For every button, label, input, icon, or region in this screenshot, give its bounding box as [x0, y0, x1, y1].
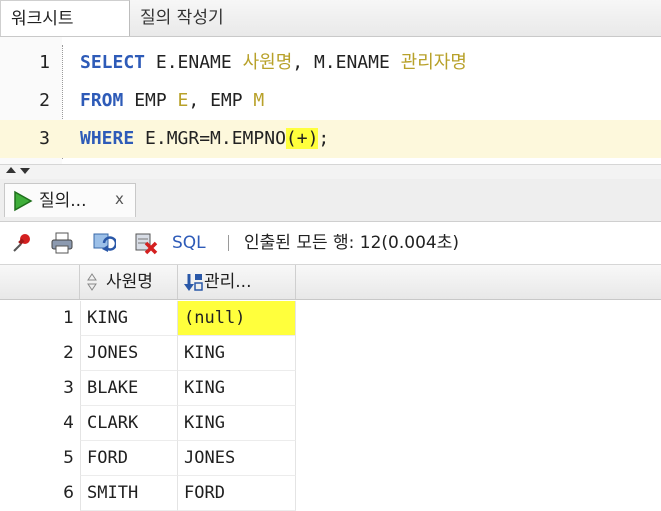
column-header-manager[interactable]: 관리...: [178, 265, 296, 299]
table-row[interactable]: 6 SMITH FORD: [0, 476, 661, 511]
cell-ename[interactable]: CLARK: [80, 406, 178, 441]
cell-manager[interactable]: JONES: [178, 441, 296, 476]
cell-manager[interactable]: FORD: [178, 476, 296, 511]
result-toolbar: SQL 인출된 모든 행: 12(0.004초): [0, 222, 661, 265]
result-grid[interactable]: 사원명 관리... 1 KING (null) 2 JONES KING 3 B…: [0, 265, 661, 511]
cell-manager[interactable]: KING: [178, 406, 296, 441]
cell-manager[interactable]: (null): [178, 301, 296, 336]
column-alias: 관리자명: [400, 52, 467, 73]
row-number: 5: [63, 448, 74, 468]
sql-editor[interactable]: 1 SELECT E.ENAME 사원명, M.ENAME 관리자명 2 FRO…: [0, 37, 661, 164]
print-icon[interactable]: [50, 231, 74, 255]
sort-desc-icon[interactable]: [184, 272, 204, 292]
column-header-label: 관리...: [204, 272, 252, 292]
result-tabbar: 질의... x: [0, 179, 661, 222]
refresh-icon[interactable]: [92, 231, 116, 255]
delete-icon[interactable]: [134, 231, 158, 255]
cell-ename[interactable]: FORD: [80, 441, 178, 476]
column-header-ename[interactable]: 사원명: [80, 265, 178, 299]
table-row[interactable]: 4 CLARK KING: [0, 406, 661, 441]
result-tab-label: 질의...: [39, 191, 87, 211]
cell-manager[interactable]: KING: [178, 371, 296, 406]
table-alias: E: [177, 90, 189, 111]
sql-text: , M.ENAME: [292, 52, 401, 73]
sql-keyword: SELECT: [80, 52, 146, 73]
sql-button[interactable]: SQL: [172, 222, 206, 264]
row-number: 3: [63, 378, 74, 398]
table-row[interactable]: 2 JONES KING: [0, 336, 661, 371]
code-line-3[interactable]: 3 WHERE E.MGR=M.EMPNO(+);: [0, 120, 661, 158]
sql-text: EMP: [123, 90, 178, 111]
sql-text: E.ENAME: [145, 52, 243, 73]
sql-text: E.MGR=M.EMPNO: [134, 128, 286, 149]
sql-keyword: WHERE: [80, 128, 135, 149]
expand-up-icon[interactable]: [6, 167, 16, 173]
cell-manager[interactable]: KING: [178, 336, 296, 371]
close-icon[interactable]: x: [115, 184, 124, 214]
worksheet-tabbar: 워크시트 질의 작성기: [0, 0, 661, 37]
sql-keyword: FROM: [80, 90, 124, 111]
code-line-1[interactable]: 1 SELECT E.ENAME 사원명, M.ENAME 관리자명: [0, 44, 661, 82]
fetch-status: 인출된 모든 행: 12(0.004초): [244, 233, 459, 253]
row-number-header: [0, 265, 80, 299]
cell-ename[interactable]: KING: [80, 301, 178, 336]
tab-query-builder[interactable]: 질의 작성기: [130, 0, 234, 36]
sql-text: , EMP: [188, 90, 254, 111]
code-line-2[interactable]: 2 FROM EMP E, EMP M: [0, 82, 661, 120]
row-number: 6: [63, 483, 74, 503]
cell-ename[interactable]: BLAKE: [80, 371, 178, 406]
column-header-label: 사원명: [106, 272, 153, 292]
cell-ename[interactable]: JONES: [80, 336, 178, 371]
row-number: 1: [63, 308, 74, 328]
grid-header: 사원명 관리...: [0, 265, 661, 300]
tab-worksheet[interactable]: 워크시트: [0, 0, 130, 36]
tab-query-result[interactable]: 질의... x: [4, 183, 136, 217]
sql-text: ;: [318, 128, 330, 149]
pin-icon[interactable]: [10, 231, 34, 255]
column-alias: 사원명: [242, 52, 293, 73]
line-number: 3: [39, 128, 50, 149]
table-row[interactable]: 1 KING (null): [0, 301, 661, 336]
row-number: 2: [63, 343, 74, 363]
pane-splitter[interactable]: [0, 164, 661, 180]
table-row[interactable]: 5 FORD JONES: [0, 441, 661, 476]
table-alias: M: [253, 90, 265, 111]
row-number: 4: [63, 413, 74, 433]
run-icon: [14, 190, 33, 212]
outer-join-marker: (+): [285, 128, 319, 149]
cell-ename[interactable]: SMITH: [80, 476, 178, 511]
collapse-down-icon[interactable]: [20, 168, 30, 174]
line-number: 2: [39, 90, 50, 111]
toolbar-divider: [228, 235, 229, 251]
table-row[interactable]: 3 BLAKE KING: [0, 371, 661, 406]
sort-icon[interactable]: [86, 272, 106, 292]
line-number: 1: [39, 52, 50, 73]
